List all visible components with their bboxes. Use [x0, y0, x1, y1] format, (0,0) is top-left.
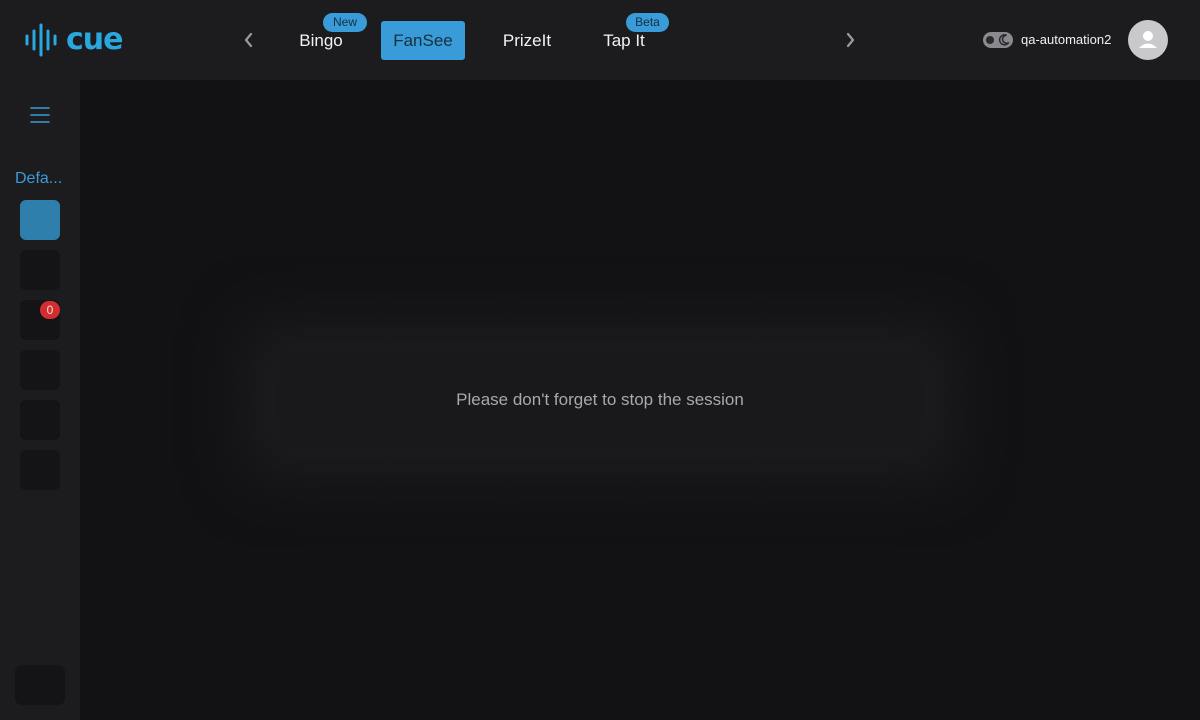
new-badge: New — [323, 13, 367, 32]
soundwave-icon — [25, 23, 57, 57]
top-bar: cue Bingo New FanSee PrizeIt Tap It Beta — [0, 0, 1200, 80]
hamburger-icon — [30, 107, 50, 123]
chevron-left-icon — [244, 32, 253, 48]
logo-text: cue — [66, 22, 123, 57]
avatar[interactable] — [1128, 20, 1168, 60]
sidebar-item-6[interactable] — [20, 450, 60, 490]
menu-button[interactable] — [30, 105, 50, 125]
notification-count-badge: 0 — [40, 301, 60, 319]
username: qa-automation2 — [1021, 32, 1112, 47]
main-content: Please don't forget to stop the session — [80, 80, 1200, 720]
logo[interactable]: cue — [24, 22, 123, 58]
tab-fansee-label: FanSee — [393, 30, 453, 50]
sidebar: Defa... 0 — [0, 80, 80, 720]
tab-prizeit[interactable]: PrizeIt — [494, 21, 560, 60]
tab-bingo-label: Bingo — [299, 30, 343, 50]
tab-tap-it-label: Tap It — [603, 30, 645, 50]
sidebar-item-5[interactable] — [20, 400, 60, 440]
tab-fansee[interactable]: FanSee — [381, 21, 465, 60]
session-notice-text: Please don't forget to stop the session — [456, 390, 744, 409]
beta-badge: Beta — [626, 13, 669, 32]
user-icon — [1139, 31, 1157, 48]
theme-toggle[interactable] — [983, 32, 1013, 48]
sidebar-bottom-button[interactable] — [15, 665, 65, 705]
sidebar-item-1[interactable] — [20, 200, 60, 240]
session-notice: Please don't forget to stop the session — [275, 352, 925, 448]
sidebar-group-label[interactable]: Defa... — [15, 170, 67, 188]
nav-next-button[interactable] — [838, 28, 862, 52]
chevron-right-icon — [846, 32, 855, 48]
tab-prizeit-label: PrizeIt — [502, 30, 552, 50]
app-window: cue Bingo New FanSee PrizeIt Tap It Beta — [0, 0, 1200, 720]
nav-prev-button[interactable] — [237, 28, 261, 52]
moon-icon — [998, 34, 1010, 46]
sidebar-item-2[interactable] — [20, 250, 60, 290]
sidebar-item-4[interactable] — [20, 350, 60, 390]
toggle-knob — [986, 36, 994, 44]
